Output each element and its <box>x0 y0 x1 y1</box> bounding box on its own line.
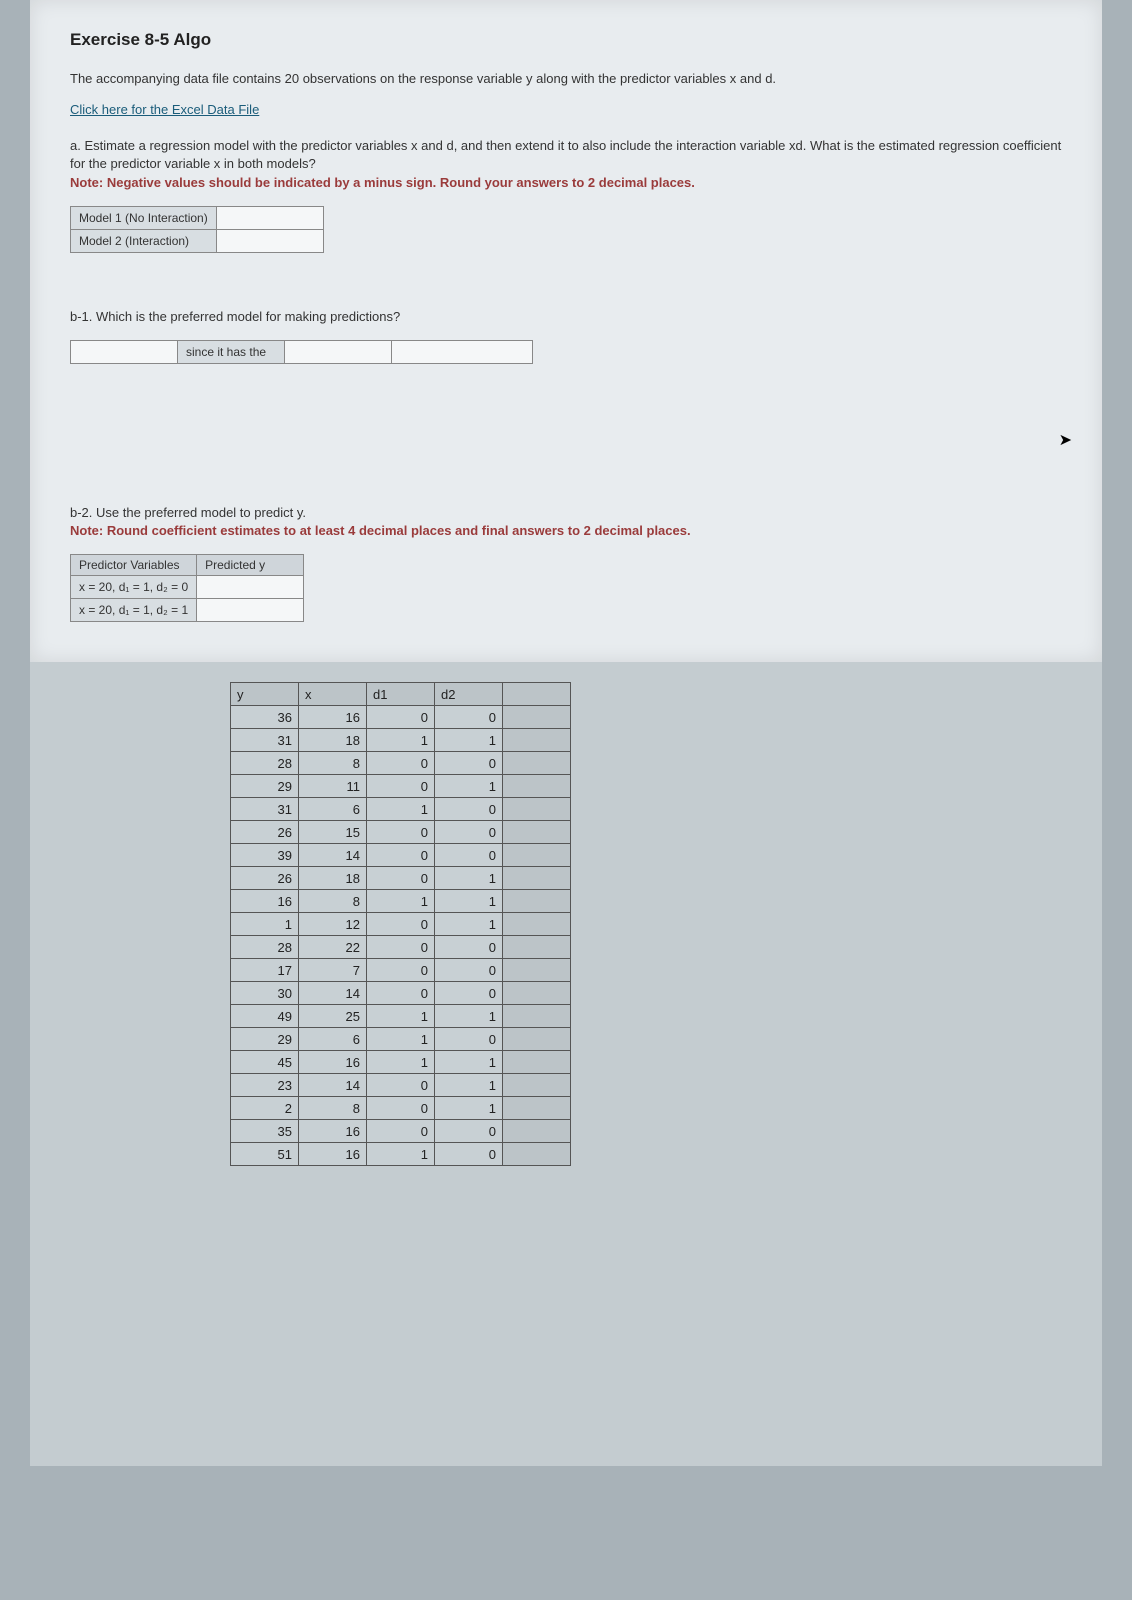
table-row: 16811 <box>231 890 571 913</box>
cursor-icon: ➤ <box>1059 430 1072 450</box>
model2-label: Model 2 (Interaction) <box>71 229 217 252</box>
data-col-y: y <box>231 683 299 706</box>
table-row: 29610 <box>231 1028 571 1051</box>
table-row: 291101 <box>231 775 571 798</box>
table-row: 282200 <box>231 936 571 959</box>
exercise-title: Exercise 8-5 Algo <box>70 30 1062 50</box>
part-a-prompt: a. Estimate a regression model with the … <box>70 137 1062 192</box>
table-row: 2801 <box>231 1097 571 1120</box>
b1-model-select[interactable] <box>71 340 178 363</box>
model1-label: Model 1 (No Interaction) <box>71 206 217 229</box>
data-col-d1: d1 <box>367 683 435 706</box>
b2-head-pred: Predicted y <box>197 555 304 576</box>
b2-head-vars: Predictor Variables <box>71 555 197 576</box>
data-col-d2: d2 <box>435 683 503 706</box>
b2-row1-label: x = 20, d₁ = 1, d₂ = 0 <box>71 576 197 599</box>
table-row: 231401 <box>231 1074 571 1097</box>
intro-text: The accompanying data file contains 20 o… <box>70 70 1062 88</box>
model2-input-cell[interactable] <box>216 229 323 252</box>
data-panel: yxd1d2 361600311811288002911013161026150… <box>30 662 1102 1466</box>
part-a-table: Model 1 (No Interaction) Model 2 (Intera… <box>70 206 324 253</box>
data-col-blank <box>503 683 571 706</box>
b2-row1-input[interactable] <box>197 576 304 599</box>
table-row: 492511 <box>231 1005 571 1028</box>
table-row: 261500 <box>231 821 571 844</box>
b1-reason-input-2[interactable] <box>392 340 533 363</box>
b2-row2-input[interactable] <box>197 599 304 622</box>
table-row: 361600 <box>231 706 571 729</box>
b1-mid-text: since it has the <box>178 340 285 363</box>
b2-row2-label: x = 20, d₁ = 1, d₂ = 1 <box>71 599 197 622</box>
table-row: 391400 <box>231 844 571 867</box>
table-row: 301400 <box>231 982 571 1005</box>
part-b2-prompt: b-2. Use the preferred model to predict … <box>70 504 1062 540</box>
problem-panel: Exercise 8-5 Algo The accompanying data … <box>30 0 1102 662</box>
table-row: 511610 <box>231 1143 571 1166</box>
part-b1-prompt: b-1. Which is the preferred model for ma… <box>70 308 1062 326</box>
table-row: 11201 <box>231 913 571 936</box>
table-row: 351600 <box>231 1120 571 1143</box>
excel-data-link[interactable]: Click here for the Excel Data File <box>70 102 259 117</box>
b1-reason-input-1[interactable] <box>285 340 392 363</box>
data-table: yxd1d2 361600311811288002911013161026150… <box>230 682 571 1166</box>
table-row: 28800 <box>231 752 571 775</box>
part-b2-table: Predictor Variables Predicted y x = 20, … <box>70 554 304 622</box>
table-row: 17700 <box>231 959 571 982</box>
part-b1-table: since it has the <box>70 340 533 364</box>
table-row: 261801 <box>231 867 571 890</box>
table-row: 311811 <box>231 729 571 752</box>
data-col-x: x <box>299 683 367 706</box>
model1-input-cell[interactable] <box>216 206 323 229</box>
table-row: 31610 <box>231 798 571 821</box>
table-row: 451611 <box>231 1051 571 1074</box>
